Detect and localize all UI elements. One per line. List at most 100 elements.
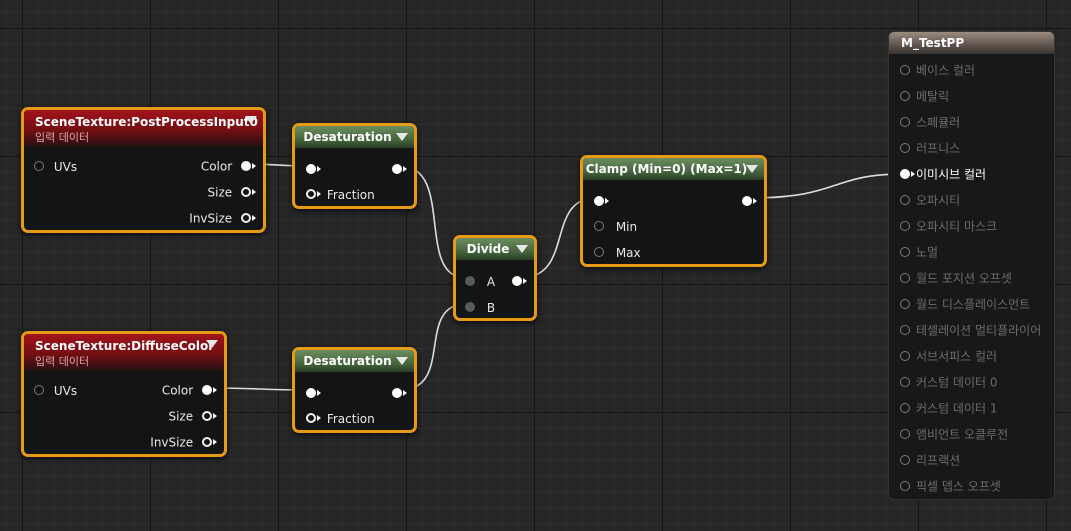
pin-hollow-icon[interactable]: [900, 428, 910, 439]
pin-hollow-icon[interactable]: [900, 402, 910, 413]
pin-row-uvs: UVs: [34, 158, 77, 174]
result-input-label: 노멀: [916, 245, 939, 260]
pin-filled-icon[interactable]: [241, 160, 256, 171]
pin-hollow-icon[interactable]: [900, 350, 910, 361]
pin-hollow-icon[interactable]: [202, 436, 217, 447]
pin-hollow-icon[interactable]: [900, 142, 910, 153]
result-input-row: 스페큘러: [900, 114, 960, 130]
pin-filled-icon[interactable]: [900, 168, 915, 179]
result-input-row: 월드 포지션 오프셋: [900, 270, 1012, 286]
pin-filled-icon[interactable]: [392, 163, 407, 174]
collapse-arrow-icon[interactable]: [396, 357, 408, 365]
pin-filled-icon[interactable]: [465, 275, 475, 286]
result-input-label: 월드 디스플레이스먼트: [916, 297, 1031, 312]
pin-row-output: [742, 193, 757, 209]
pin-row-size: Size: [169, 408, 217, 424]
collapse-arrow-icon[interactable]: [206, 340, 218, 348]
collapse-arrow-icon[interactable]: [516, 245, 528, 253]
pin-hollow-icon[interactable]: [34, 160, 44, 171]
collapse-arrow-icon[interactable]: [245, 116, 257, 124]
pin-hollow-icon[interactable]: [241, 212, 256, 223]
result-input-label: 커스텀 데이터 0: [916, 375, 998, 390]
result-input-row: 베이스 컬러: [900, 62, 975, 78]
pin-row-output: [392, 385, 407, 401]
pin-hollow-icon[interactable]: [241, 186, 256, 197]
pin-hollow-icon[interactable]: [900, 246, 910, 257]
result-input-row: 커스텀 데이터 1: [900, 400, 998, 416]
pin-hollow-icon[interactable]: [202, 410, 217, 421]
result-input-label: 베이스 컬러: [916, 63, 976, 78]
node-title: Clamp (Min=0) (Max=1): [585, 162, 748, 176]
node-header: Desaturation: [295, 126, 414, 148]
pin-filled-icon[interactable]: [306, 163, 321, 174]
collapse-arrow-icon[interactable]: [396, 133, 408, 141]
desaturation-node-2[interactable]: Desaturation Fraction: [292, 347, 417, 433]
node-header: Divide: [456, 238, 534, 260]
pin-hollow-icon[interactable]: [900, 376, 910, 387]
result-input-label: 월드 포지션 오프셋: [916, 271, 1012, 286]
pin-hollow-icon[interactable]: [306, 412, 321, 423]
result-input-label: 커스텀 데이터 1: [916, 401, 998, 416]
pin-filled-icon[interactable]: [306, 387, 321, 398]
result-input-row: 오파시티: [900, 192, 960, 208]
divide-node[interactable]: Divide A B: [453, 235, 537, 321]
result-input-row: 리프랙션: [900, 452, 960, 468]
pin-hollow-icon[interactable]: [900, 220, 910, 231]
pin-label: InvSize: [150, 435, 194, 450]
pin-filled-icon[interactable]: [392, 387, 407, 398]
pin-row-uvs: UVs: [34, 382, 77, 398]
clamp-node[interactable]: Clamp (Min=0) (Max=1) Min Max: [580, 155, 767, 267]
result-input-row: 커스텀 데이터 0: [900, 374, 998, 390]
pin-hollow-icon[interactable]: [900, 194, 910, 205]
pin-label: UVs: [53, 159, 78, 174]
pin-hollow-icon[interactable]: [306, 188, 321, 199]
result-input-label: 오파시티: [916, 193, 961, 208]
result-input-label: 러프니스: [916, 141, 961, 156]
pin-label: Size: [207, 185, 233, 200]
node-title: SceneTexture:DiffuseColor: [35, 339, 215, 353]
pin-row-invsize: InvSize: [189, 210, 256, 226]
result-input-row: 오파시티 마스크: [900, 218, 997, 234]
pin-hollow-icon[interactable]: [900, 64, 910, 75]
pin-hollow-icon[interactable]: [900, 480, 910, 491]
pin-hollow-icon[interactable]: [900, 298, 910, 309]
result-input-row: 테셀레이션 멀티플라이어: [900, 322, 1041, 338]
pin-hollow-icon[interactable]: [594, 220, 604, 231]
pin-label: Min: [615, 219, 638, 234]
pin-label: Fraction: [326, 187, 375, 202]
pin-filled-icon[interactable]: [742, 195, 757, 206]
result-input-label: 스페큘러: [916, 115, 961, 130]
pin-hollow-icon[interactable]: [900, 454, 910, 465]
result-input-row: 서브서피스 컬러: [900, 348, 997, 364]
pin-hollow-icon[interactable]: [594, 246, 604, 257]
pin-hollow-icon[interactable]: [34, 384, 44, 395]
material-result-node[interactable]: M_TestPP 베이스 컬러 메탈릭 스페큘러 러프니스 이미시브 컬러 오파시티 오파시…: [888, 31, 1055, 500]
result-input-row: 픽셀 뎁스 오프셋: [900, 478, 1001, 494]
result-input-label: 테셀레이션 멀티플라이어: [916, 323, 1042, 338]
pin-label: Fraction: [326, 411, 375, 426]
pin-hollow-icon[interactable]: [900, 116, 910, 127]
scene-texture-node-diffuse[interactable]: SceneTexture:DiffuseColor 입력 데이터 UVs Col…: [21, 331, 227, 457]
node-header: Desaturation: [295, 350, 414, 372]
pin-filled-icon[interactable]: [202, 384, 217, 395]
pin-row-min: Min: [594, 218, 637, 234]
result-input-row: 이미시브 컬러: [900, 166, 986, 182]
scene-texture-node-postprocess[interactable]: SceneTexture:PostProcessInput0 입력 데이터 UV…: [21, 107, 266, 233]
pin-label: Max: [615, 245, 641, 260]
pin-label: InvSize: [189, 211, 233, 226]
node-header: SceneTexture:PostProcessInput0 입력 데이터: [24, 110, 263, 146]
result-input-label: 오파시티 마스크: [916, 219, 998, 234]
result-node-title: M_TestPP: [889, 32, 1054, 54]
wire-clamp-to-emissive: [749, 173, 905, 199]
pin-hollow-icon[interactable]: [900, 90, 910, 101]
pin-row-fraction: Fraction: [306, 410, 375, 426]
pin-filled-icon[interactable]: [594, 195, 609, 206]
pin-row-input: [306, 161, 321, 177]
pin-filled-icon[interactable]: [465, 301, 475, 312]
collapse-arrow-icon[interactable]: [746, 165, 758, 173]
pin-hollow-icon[interactable]: [900, 324, 910, 335]
desaturation-node-1[interactable]: Desaturation Fraction: [292, 123, 417, 209]
pin-filled-icon[interactable]: [512, 275, 527, 286]
result-input-row: 앰비언트 오클루전: [900, 426, 1008, 442]
pin-hollow-icon[interactable]: [900, 272, 910, 283]
